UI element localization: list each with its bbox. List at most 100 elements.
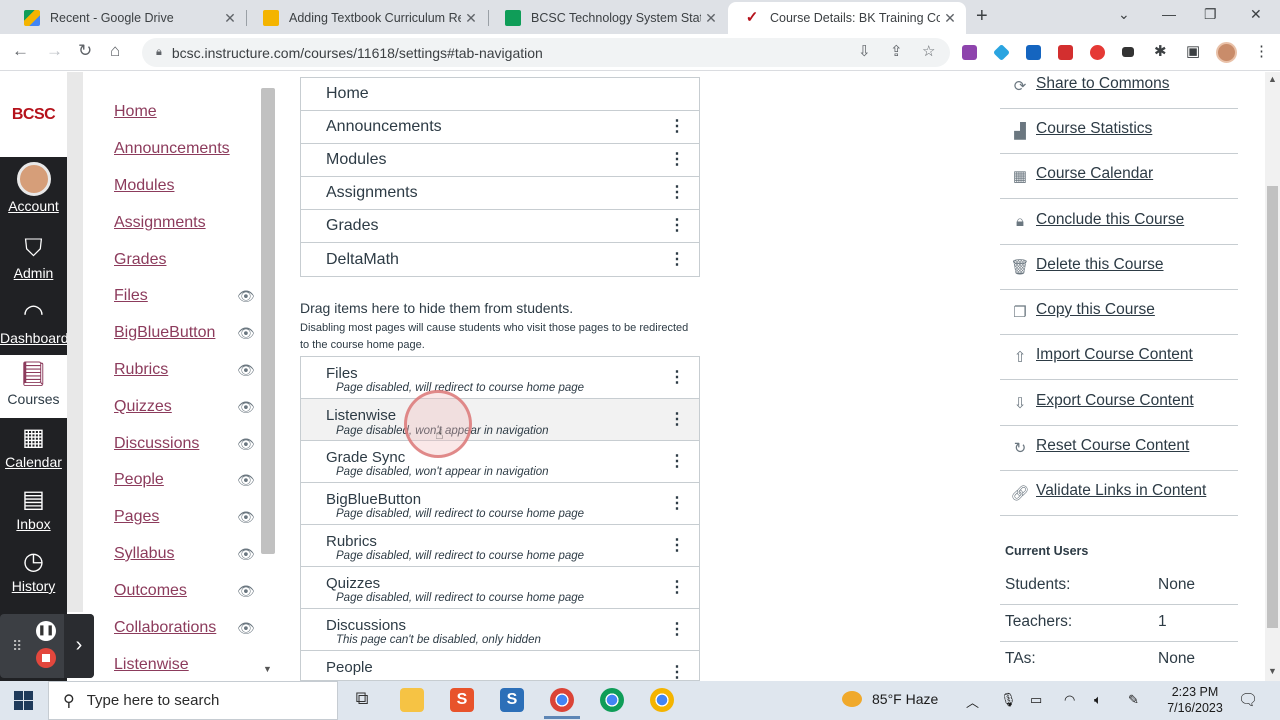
nav-row-home[interactable]: Home [301,78,699,111]
home-icon[interactable]: ⌂ [110,41,120,61]
microphone-icon[interactable]: 🎙︎ [1000,692,1017,708]
tab-bcsc-technology[interactable]: BCSC Technology System Status ✕ [489,2,727,34]
volume-icon[interactable]: 🔈︎ [1094,692,1102,708]
hidden-row-people[interactable]: People ⋮ [301,651,699,681]
global-nav-courses[interactable]: 📘︎ Courses [0,355,67,418]
reset-content-link[interactable]: ↻ Reset Course Content [1000,426,1238,471]
new-tab-icon[interactable]: + [976,5,988,28]
taskbar-search-input[interactable]: ⚲ Type here to search [48,681,338,720]
hidden-row-discussions[interactable]: Discussions This page can't be disabled, … [301,609,699,651]
chrome-icon[interactable] [600,688,624,712]
bookmark-star-icon[interactable]: ☆ [922,42,935,60]
menu-dots-icon[interactable]: ⋮ [1254,42,1269,60]
app-s-blue-icon[interactable]: S [500,688,524,712]
global-nav-scrollbar[interactable] [67,72,83,612]
bcsc-logo[interactable]: BCSC [0,72,67,157]
kebab-menu-icon[interactable]: ⋮ [669,537,685,554]
course-nav-discussions[interactable]: Discussions [114,435,199,453]
chevron-up-icon[interactable]: ︿ [966,692,979,711]
course-nav-announcements[interactable]: Announcements [114,140,230,158]
course-nav-scrollbar[interactable] [261,88,275,554]
global-nav-dashboard[interactable]: ◠ Dashboard [0,300,69,346]
chevron-right-icon[interactable]: › [64,614,94,678]
minimize-icon[interactable]: — [1162,6,1176,22]
nav-row-grades[interactable]: Grades ⋮ [301,210,699,243]
kebab-menu-icon[interactable]: ⋮ [669,453,685,470]
course-nav-quizzes[interactable]: Quizzes [114,398,172,416]
global-nav-account[interactable]: Account [0,162,67,214]
hidden-row-bigbluebutton[interactable]: BigBlueButton Page disabled, will redirec… [301,483,699,525]
sidebar-icon[interactable]: ▣ [1186,42,1200,60]
course-nav-assignments[interactable]: Assignments [114,214,206,232]
validate-links-link[interactable]: 🔗︎ Validate Links in Content [1000,471,1238,516]
course-nav-outcomes[interactable]: Outcomes [114,582,187,600]
hidden-row-files[interactable]: Files Page disabled, will redirect to cou… [301,357,699,399]
global-nav-inbox[interactable]: ▤ Inbox [0,486,67,532]
scroll-down-icon[interactable]: ▼ [263,664,272,674]
extension-icon[interactable] [1122,47,1134,57]
back-icon[interactable]: ← [12,41,29,61]
course-statistics-link[interactable]: ▟ Course Statistics [1000,109,1238,154]
page-scrollbar[interactable]: ▲ ▼ [1265,72,1280,682]
hidden-row-quizzes[interactable]: Quizzes Page disabled, will redirect to c… [301,567,699,609]
kebab-menu-icon[interactable]: ⋮ [669,218,685,234]
tab-google-drive[interactable]: Recent - Google Drive ✕ [8,2,246,34]
global-nav-admin[interactable]: ⛉ Admin [0,235,67,281]
share-to-commons-link[interactable]: ⟳ Share to Commons [1000,64,1238,109]
app-s-icon[interactable]: S [450,688,474,712]
delete-course-link[interactable]: 🗑︎ Delete this Course [1000,245,1238,290]
course-nav-bigbluebutton[interactable]: BigBlueButton [114,324,215,342]
course-calendar-link[interactable]: ▦ Course Calendar [1000,154,1238,199]
weather-widget[interactable]: 85°F Haze [842,691,938,707]
pause-icon[interactable]: ❚❚ [36,621,56,641]
install-icon[interactable]: ⇩ [858,42,871,60]
course-nav-collaborations[interactable]: Collaborations [114,619,216,637]
course-nav-files[interactable]: Files [114,287,148,305]
drag-handle-icon[interactable]: ⠿ [12,638,22,655]
scrollbar-thumb[interactable] [1267,186,1278,628]
nav-row-deltamath[interactable]: DeltaMath ⋮ [301,243,699,276]
pdf-extension-icon[interactable] [1058,45,1073,60]
file-explorer-icon[interactable] [400,688,424,712]
chevron-down-icon[interactable]: ⌄ [1118,6,1130,23]
global-nav-calendar[interactable]: ▦ Calendar [0,424,67,470]
battery-icon[interactable]: ▭ [1030,692,1042,708]
import-content-link[interactable]: ⇧ Import Course Content [1000,335,1238,380]
copy-course-link[interactable]: ❐ Copy this Course [1000,290,1238,335]
scroll-down-icon[interactable]: ▼ [1268,666,1277,676]
kebab-menu-icon[interactable]: ⋮ [669,411,685,428]
course-nav-syllabus[interactable]: Syllabus [114,545,174,563]
conclude-course-link[interactable]: 🔒︎ Conclude this Course [1000,200,1238,245]
kebab-menu-icon[interactable]: ⋮ [669,369,685,386]
pen-icon[interactable]: ✎ [1128,692,1139,708]
scroll-up-icon[interactable]: ▲ [1268,74,1277,84]
nav-row-announcements[interactable]: Announcements ⋮ [301,111,699,144]
url-input[interactable]: 🔒︎ bcsc.instructure.com/courses/11618/se… [142,38,950,67]
puzzle-icon[interactable]: ✱ [1154,42,1167,60]
wifi-icon[interactable]: ◠ [1064,692,1075,708]
course-nav-people[interactable]: People [114,471,164,489]
tab-adding-textbook[interactable]: Adding Textbook Curriculum Res ✕ [247,2,487,34]
kebab-menu-icon[interactable]: ⋮ [669,579,685,596]
taskbar-clock[interactable]: 2:23 PM 7/16/2023 [1160,684,1230,716]
course-nav-grades[interactable]: Grades [114,251,166,269]
kebab-menu-icon[interactable]: ⋮ [669,251,685,268]
extension-icon[interactable] [1026,45,1041,60]
close-tab-icon[interactable]: ✕ [461,10,481,27]
kebab-menu-icon[interactable]: ⋮ [669,152,685,168]
task-view-icon[interactable]: ⧉ [350,688,374,712]
kebab-menu-icon[interactable]: ⋮ [669,119,685,135]
close-tab-icon[interactable]: ✕ [701,10,721,27]
kebab-menu-icon[interactable]: ⋮ [669,495,685,512]
forward-icon[interactable]: → [46,41,63,61]
extension-icon[interactable] [993,44,1010,61]
extension-icon[interactable] [962,45,977,60]
course-nav-home[interactable]: Home [114,103,157,121]
extension-icon[interactable] [1090,45,1105,60]
course-nav-pages[interactable]: Pages [114,508,159,526]
profile-avatar[interactable] [1216,42,1237,63]
tab-course-details[interactable]: ✓ Course Details: BK Training Cours ✕ [728,2,966,34]
kebab-menu-icon[interactable]: ⋮ [669,621,685,638]
chrome-icon[interactable] [544,688,580,719]
hidden-row-rubrics[interactable]: Rubrics Page disabled, will redirect to c… [301,525,699,567]
